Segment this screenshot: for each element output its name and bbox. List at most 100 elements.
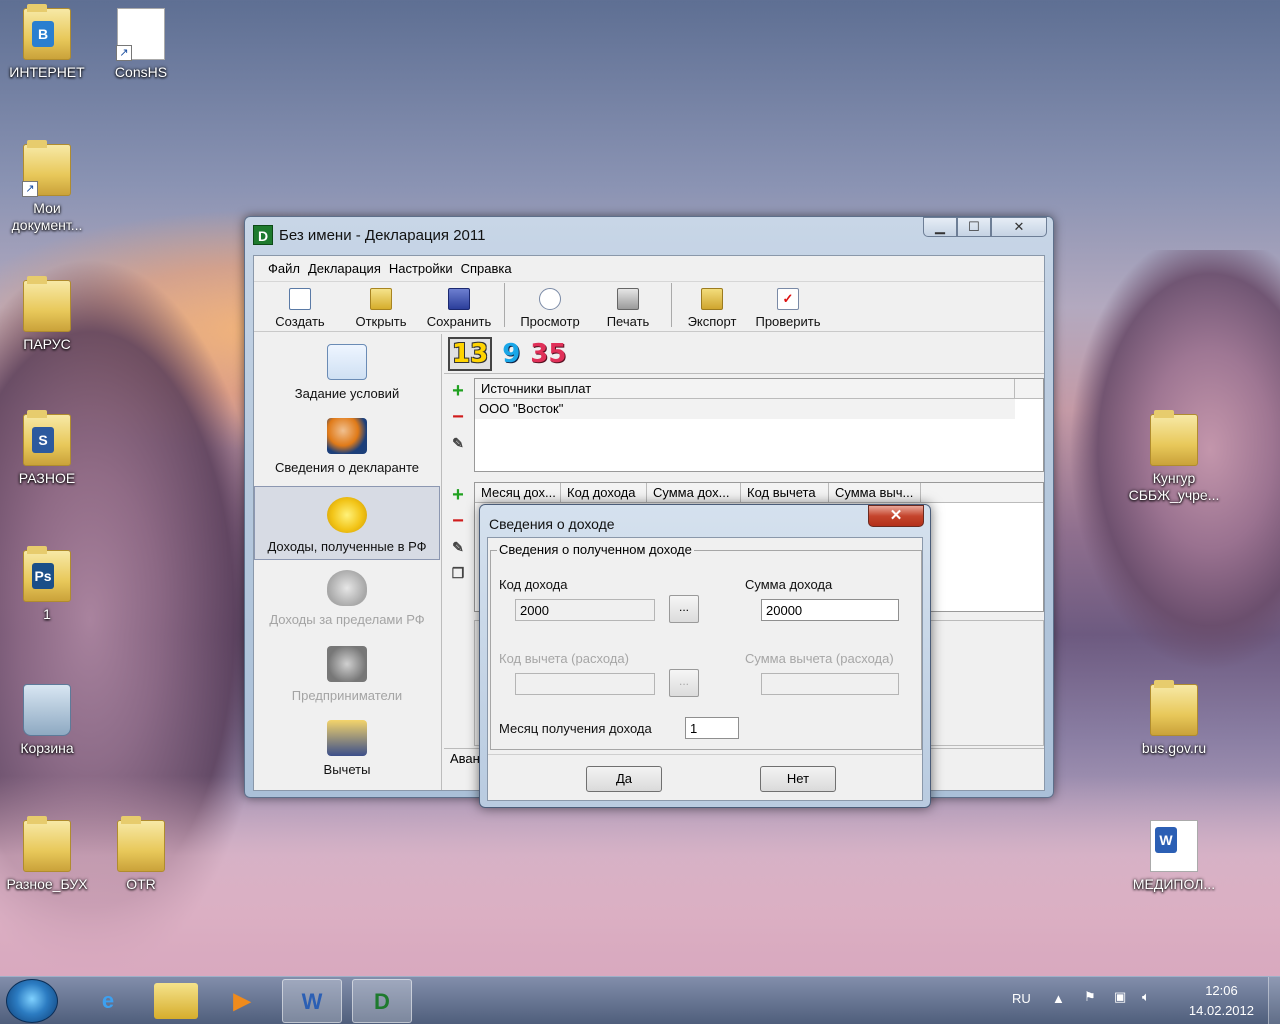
minimize-button[interactable]: ▁ [923,217,957,237]
toolbar-separator [504,283,505,327]
print-button[interactable]: Печать [593,288,663,329]
desktop-icon-my-documents[interactable]: ↗ Мои документ... [1,140,93,234]
magnifier-icon [539,288,561,310]
taskbar: e ▶ W D RU ▲ ⚑ ▣ 🔈︎ 12:06 14.02.2012 [0,976,1280,1024]
recycle-bin-icon [23,684,71,736]
add-income-button[interactable]: + [448,485,468,506]
copy-income-button[interactable]: ❐ [448,564,468,584]
menu-help[interactable]: Справка [461,261,512,276]
window-controls: ▁ ☐ ✕ [923,217,1047,237]
nav-income-rf[interactable]: Доходы, полученные в РФ [254,486,440,560]
nav-entrepreneurs[interactable]: Предприниматели [254,646,440,703]
month-label: Месяц получения дохода [499,721,652,736]
preview-button[interactable]: Просмотр [513,288,587,329]
clock-time: 12:06 [1205,983,1238,998]
businessman-icon [327,646,367,682]
nav-deductions[interactable]: Вычеты [254,720,440,777]
folder-icon [1150,410,1198,466]
desktop-icon-recycle-bin[interactable]: Корзина [1,684,93,757]
desktop-icon-conshs[interactable]: ↗ ConsHS [95,8,187,81]
scales-calculator-icon [327,720,367,756]
income-actions: + − ✎ ❐ [448,485,472,590]
deduction-sum-field[interactable] [761,673,899,695]
deduction-code-field[interactable] [515,673,655,695]
checkmark-document-icon: ✓ [777,288,799,310]
menu-file[interactable]: Файл [268,261,300,276]
column-header-sources[interactable]: Источники выплат [475,379,1015,398]
desktop-icon-otr[interactable]: OTR [95,816,187,893]
media-player-icon[interactable]: ▶ [212,979,272,1023]
toolbar: Создать Открыть Сохранить Просмотр Печат… [254,282,1044,332]
close-button[interactable]: ✕ [991,217,1047,237]
income-code-label: Код дохода [499,577,568,592]
column-header-month[interactable]: Месяц дох... [475,483,561,502]
menu-declaration[interactable]: Декларация [308,261,381,276]
export-button[interactable]: Экспорт [680,288,744,329]
desktop-icon-bus-gov[interactable]: bus.gov.ru [1128,680,1220,757]
language-indicator[interactable]: RU [1012,991,1031,1006]
tab-rate-9[interactable]: 9 [502,339,520,369]
tab-rate-13[interactable]: 13 [448,336,493,371]
no-button[interactable]: Нет [760,766,836,792]
show-desktop-button[interactable] [1268,977,1280,1024]
edit-income-button[interactable]: ✎ [448,538,468,558]
create-button[interactable]: Создать [260,288,340,329]
export-icon [701,288,723,310]
deduction-code-label: Код вычета (расхода) [499,651,629,666]
floppy-disk-icon [448,288,470,310]
month-field[interactable]: 1 [685,717,739,739]
desktop-icon-kungur[interactable]: Кунгур СББЖ_учре... [1128,410,1220,504]
remove-source-button[interactable]: − [448,407,468,428]
dialog-close-button[interactable]: ✕ [868,505,924,527]
table-row[interactable]: ООО "Восток" [475,399,1015,419]
new-document-icon [289,288,311,310]
folder-icon [117,816,165,872]
remove-income-button[interactable]: − [448,511,468,532]
yes-button[interactable]: Да [586,766,662,792]
clock[interactable]: 12:06 14.02.2012 [1189,981,1254,1021]
column-header-deduction-sum[interactable]: Сумма выч... [829,483,921,502]
folder-icon [23,816,71,872]
volume-icon[interactable]: 🔈︎ [1142,989,1150,1005]
income-sum-field[interactable]: 20000 [761,599,899,621]
tab-rate-35[interactable]: 35 [530,339,566,369]
action-center-flag-icon[interactable]: ⚑ [1084,989,1096,1005]
open-button[interactable]: Открыть [346,288,416,329]
folder-icon [1150,680,1198,736]
nav-declarant[interactable]: Сведения о декларанте [254,418,440,475]
sources-grid: Источники выплат ООО "Восток" [474,378,1044,472]
desktop-icon-1[interactable]: Ps 1 [1,546,93,623]
window-title: Без имени - Декларация 2011 [279,227,486,244]
declaration-app-icon: D [253,225,273,245]
deduction-sum-label: Сумма вычета (расхода) [745,651,894,666]
column-header-income-code[interactable]: Код дохода [561,483,647,502]
nav-income-abroad[interactable]: Доходы за пределами РФ [254,570,440,627]
desktop-icon-parus[interactable]: ПАРУС [1,276,93,353]
explorer-folder-icon[interactable] [154,983,198,1019]
nav-conditions[interactable]: Задание условий [254,344,440,401]
internet-explorer-icon[interactable]: e [78,979,138,1023]
column-header-income-sum[interactable]: Сумма дох... [647,483,741,502]
column-header-deduction-code[interactable]: Код вычета [741,483,829,502]
check-button[interactable]: ✓ Проверить [750,288,826,329]
app-icon: ↗ [116,8,165,61]
add-source-button[interactable]: + [448,381,468,402]
desktop-icon-medipol[interactable]: W МЕДИПОЛ... [1128,820,1220,893]
edit-source-button[interactable]: ✎ [448,434,468,454]
save-button[interactable]: Сохранить [422,288,496,329]
word-taskbar-icon[interactable]: W [282,979,342,1023]
desktop-icon-raznoe-buh[interactable]: Разное_БУХ [1,816,93,893]
start-button[interactable] [6,979,58,1023]
declaration-taskbar-icon[interactable]: D [352,979,412,1023]
deduction-code-lookup-button[interactable]: ... [669,669,699,697]
printer-icon [617,288,639,310]
income-code-field[interactable]: 2000 [515,599,655,621]
folder-icon: ↗ [22,140,71,197]
desktop-icon-internet[interactable]: B ИНТЕРНЕТ [1,4,93,81]
network-icon[interactable]: ▣ [1114,989,1126,1005]
income-code-lookup-button[interactable]: ... [669,595,699,623]
maximize-button[interactable]: ☐ [957,217,991,237]
desktop-icon-raznoe[interactable]: S РАЗНОЕ [1,410,93,487]
menu-settings[interactable]: Настройки [389,261,453,276]
show-hidden-icons-icon[interactable]: ▲ [1052,991,1065,1006]
